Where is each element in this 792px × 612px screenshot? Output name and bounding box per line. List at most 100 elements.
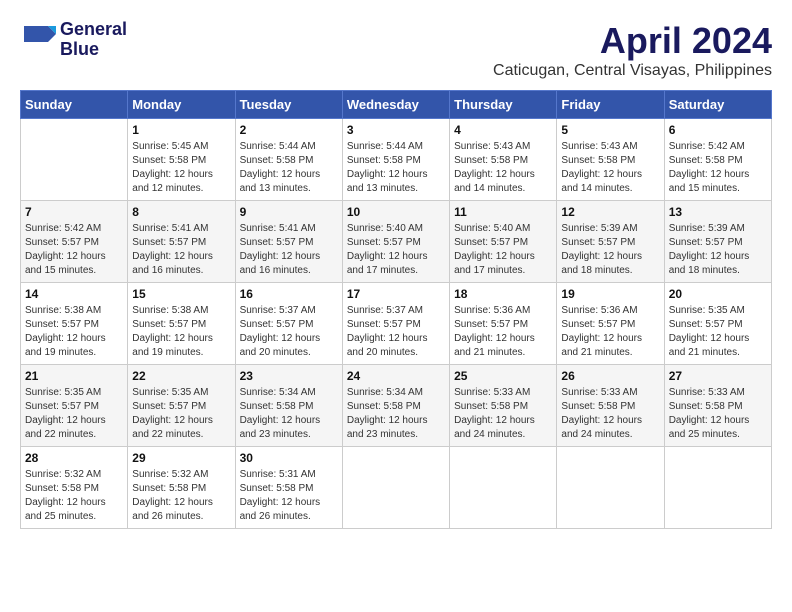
day-info: Sunrise: 5:43 AM Sunset: 5:58 PM Dayligh… — [454, 140, 552, 196]
day-number: 9 — [240, 205, 338, 219]
day-info: Sunrise: 5:43 AM Sunset: 5:58 PM Dayligh… — [561, 140, 659, 196]
day-info: Sunrise: 5:33 AM Sunset: 5:58 PM Dayligh… — [669, 386, 767, 442]
logo-icon — [20, 22, 56, 58]
table-row: 25 Sunrise: 5:33 AM Sunset: 5:58 PM Dayl… — [450, 365, 557, 447]
day-number: 10 — [347, 205, 445, 219]
day-number: 8 — [132, 205, 230, 219]
day-info: Sunrise: 5:37 AM Sunset: 5:57 PM Dayligh… — [240, 304, 338, 360]
day-number: 12 — [561, 205, 659, 219]
table-row: 6 Sunrise: 5:42 AM Sunset: 5:58 PM Dayli… — [664, 119, 771, 201]
calendar-row: 14 Sunrise: 5:38 AM Sunset: 5:57 PM Dayl… — [21, 283, 772, 365]
day-info: Sunrise: 5:41 AM Sunset: 5:57 PM Dayligh… — [132, 222, 230, 278]
day-number: 16 — [240, 287, 338, 301]
table-row: 2 Sunrise: 5:44 AM Sunset: 5:58 PM Dayli… — [235, 119, 342, 201]
day-number: 5 — [561, 123, 659, 137]
day-number: 29 — [132, 451, 230, 465]
day-number: 3 — [347, 123, 445, 137]
day-info: Sunrise: 5:42 AM Sunset: 5:57 PM Dayligh… — [25, 222, 123, 278]
table-row: 23 Sunrise: 5:34 AM Sunset: 5:58 PM Dayl… — [235, 365, 342, 447]
header: General Blue April 2024 Caticugan, Centr… — [20, 20, 772, 80]
day-info: Sunrise: 5:37 AM Sunset: 5:57 PM Dayligh… — [347, 304, 445, 360]
weekday-sunday: Sunday — [21, 91, 128, 119]
day-info: Sunrise: 5:35 AM Sunset: 5:57 PM Dayligh… — [669, 304, 767, 360]
title-area: April 2024 Caticugan, Central Visayas, P… — [493, 20, 772, 80]
day-number: 1 — [132, 123, 230, 137]
table-row: 24 Sunrise: 5:34 AM Sunset: 5:58 PM Dayl… — [342, 365, 449, 447]
day-info: Sunrise: 5:34 AM Sunset: 5:58 PM Dayligh… — [347, 386, 445, 442]
day-info: Sunrise: 5:39 AM Sunset: 5:57 PM Dayligh… — [561, 222, 659, 278]
day-number: 22 — [132, 369, 230, 383]
table-row: 30 Sunrise: 5:31 AM Sunset: 5:58 PM Dayl… — [235, 447, 342, 529]
weekday-friday: Friday — [557, 91, 664, 119]
day-info: Sunrise: 5:32 AM Sunset: 5:58 PM Dayligh… — [132, 468, 230, 524]
day-number: 30 — [240, 451, 338, 465]
table-row: 19 Sunrise: 5:36 AM Sunset: 5:57 PM Dayl… — [557, 283, 664, 365]
day-number: 19 — [561, 287, 659, 301]
day-info: Sunrise: 5:44 AM Sunset: 5:58 PM Dayligh… — [240, 140, 338, 196]
day-number: 18 — [454, 287, 552, 301]
day-info: Sunrise: 5:35 AM Sunset: 5:57 PM Dayligh… — [25, 386, 123, 442]
day-info: Sunrise: 5:31 AM Sunset: 5:58 PM Dayligh… — [240, 468, 338, 524]
day-info: Sunrise: 5:40 AM Sunset: 5:57 PM Dayligh… — [454, 222, 552, 278]
table-row — [21, 119, 128, 201]
calendar-table: Sunday Monday Tuesday Wednesday Thursday… — [20, 90, 772, 529]
day-number: 21 — [25, 369, 123, 383]
table-row: 12 Sunrise: 5:39 AM Sunset: 5:57 PM Dayl… — [557, 201, 664, 283]
day-number: 20 — [669, 287, 767, 301]
table-row: 8 Sunrise: 5:41 AM Sunset: 5:57 PM Dayli… — [128, 201, 235, 283]
weekday-tuesday: Tuesday — [235, 91, 342, 119]
calendar-row: 28 Sunrise: 5:32 AM Sunset: 5:58 PM Dayl… — [21, 447, 772, 529]
table-row: 20 Sunrise: 5:35 AM Sunset: 5:57 PM Dayl… — [664, 283, 771, 365]
day-info: Sunrise: 5:41 AM Sunset: 5:57 PM Dayligh… — [240, 222, 338, 278]
table-row: 21 Sunrise: 5:35 AM Sunset: 5:57 PM Dayl… — [21, 365, 128, 447]
table-row: 7 Sunrise: 5:42 AM Sunset: 5:57 PM Dayli… — [21, 201, 128, 283]
table-row: 9 Sunrise: 5:41 AM Sunset: 5:57 PM Dayli… — [235, 201, 342, 283]
day-number: 14 — [25, 287, 123, 301]
table-row: 3 Sunrise: 5:44 AM Sunset: 5:58 PM Dayli… — [342, 119, 449, 201]
day-info: Sunrise: 5:35 AM Sunset: 5:57 PM Dayligh… — [132, 386, 230, 442]
logo-text: General Blue — [60, 20, 127, 60]
day-info: Sunrise: 5:36 AM Sunset: 5:57 PM Dayligh… — [561, 304, 659, 360]
weekday-saturday: Saturday — [664, 91, 771, 119]
table-row: 4 Sunrise: 5:43 AM Sunset: 5:58 PM Dayli… — [450, 119, 557, 201]
day-info: Sunrise: 5:38 AM Sunset: 5:57 PM Dayligh… — [132, 304, 230, 360]
table-row: 16 Sunrise: 5:37 AM Sunset: 5:57 PM Dayl… — [235, 283, 342, 365]
day-info: Sunrise: 5:44 AM Sunset: 5:58 PM Dayligh… — [347, 140, 445, 196]
table-row — [450, 447, 557, 529]
day-info: Sunrise: 5:34 AM Sunset: 5:58 PM Dayligh… — [240, 386, 338, 442]
day-info: Sunrise: 5:42 AM Sunset: 5:58 PM Dayligh… — [669, 140, 767, 196]
table-row: 13 Sunrise: 5:39 AM Sunset: 5:57 PM Dayl… — [664, 201, 771, 283]
day-number: 25 — [454, 369, 552, 383]
table-row: 17 Sunrise: 5:37 AM Sunset: 5:57 PM Dayl… — [342, 283, 449, 365]
table-row: 15 Sunrise: 5:38 AM Sunset: 5:57 PM Dayl… — [128, 283, 235, 365]
day-number: 17 — [347, 287, 445, 301]
table-row: 28 Sunrise: 5:32 AM Sunset: 5:58 PM Dayl… — [21, 447, 128, 529]
table-row: 10 Sunrise: 5:40 AM Sunset: 5:57 PM Dayl… — [342, 201, 449, 283]
calendar-row: 7 Sunrise: 5:42 AM Sunset: 5:57 PM Dayli… — [21, 201, 772, 283]
day-number: 23 — [240, 369, 338, 383]
table-row: 11 Sunrise: 5:40 AM Sunset: 5:57 PM Dayl… — [450, 201, 557, 283]
day-info: Sunrise: 5:33 AM Sunset: 5:58 PM Dayligh… — [561, 386, 659, 442]
day-number: 24 — [347, 369, 445, 383]
location-title: Caticugan, Central Visayas, Philippines — [493, 62, 772, 80]
table-row: 18 Sunrise: 5:36 AM Sunset: 5:57 PM Dayl… — [450, 283, 557, 365]
day-number: 11 — [454, 205, 552, 219]
day-info: Sunrise: 5:33 AM Sunset: 5:58 PM Dayligh… — [454, 386, 552, 442]
calendar-header-row: Sunday Monday Tuesday Wednesday Thursday… — [21, 91, 772, 119]
table-row: 26 Sunrise: 5:33 AM Sunset: 5:58 PM Dayl… — [557, 365, 664, 447]
day-number: 13 — [669, 205, 767, 219]
table-row: 27 Sunrise: 5:33 AM Sunset: 5:58 PM Dayl… — [664, 365, 771, 447]
table-row: 22 Sunrise: 5:35 AM Sunset: 5:57 PM Dayl… — [128, 365, 235, 447]
day-info: Sunrise: 5:32 AM Sunset: 5:58 PM Dayligh… — [25, 468, 123, 524]
calendar-row: 21 Sunrise: 5:35 AM Sunset: 5:57 PM Dayl… — [21, 365, 772, 447]
day-number: 2 — [240, 123, 338, 137]
day-number: 7 — [25, 205, 123, 219]
table-row — [557, 447, 664, 529]
day-number: 26 — [561, 369, 659, 383]
month-title: April 2024 — [493, 20, 772, 62]
weekday-monday: Monday — [128, 91, 235, 119]
weekday-wednesday: Wednesday — [342, 91, 449, 119]
day-number: 28 — [25, 451, 123, 465]
day-info: Sunrise: 5:45 AM Sunset: 5:58 PM Dayligh… — [132, 140, 230, 196]
day-number: 4 — [454, 123, 552, 137]
